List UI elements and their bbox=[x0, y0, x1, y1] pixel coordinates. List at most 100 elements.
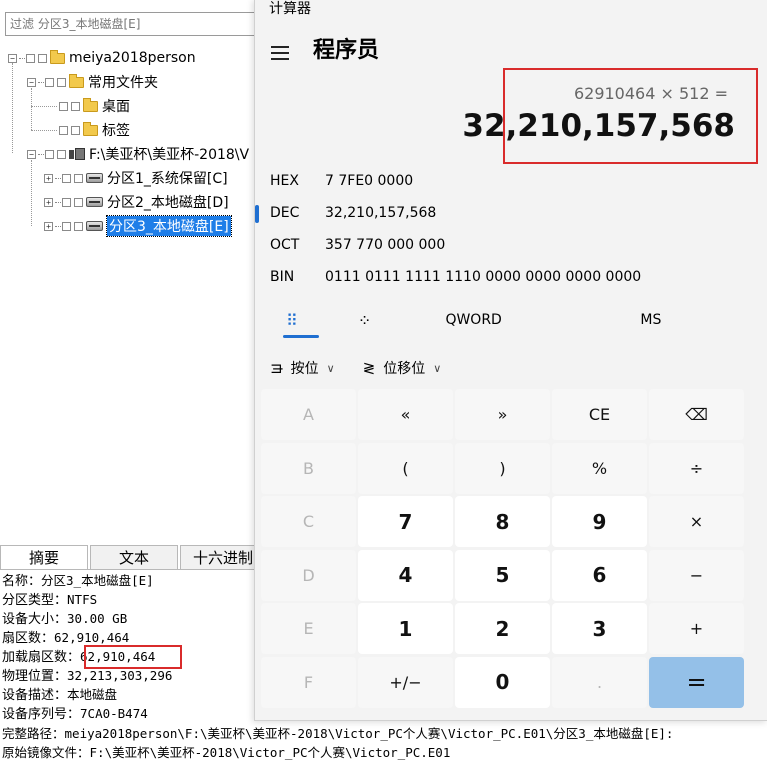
collapse-toggle[interactable]: − bbox=[27, 77, 36, 87]
tab-hex[interactable]: 十六进制 bbox=[180, 545, 262, 569]
tab-summary[interactable]: 摘要 bbox=[0, 545, 88, 570]
key-9[interactable]: 9 bbox=[552, 496, 647, 547]
active-tab-underline bbox=[283, 335, 319, 338]
tree-node-label: 分区1_系统保留[C] bbox=[107, 171, 228, 187]
key-hex-c[interactable]: C bbox=[261, 496, 356, 547]
chevron-down-icon: ∨ bbox=[433, 361, 442, 375]
tree-node-partition3[interactable]: + 分区3_本地磁盘[E] bbox=[44, 215, 232, 237]
collapse-toggle[interactable]: − bbox=[8, 53, 17, 63]
key-4[interactable]: 4 bbox=[358, 549, 453, 601]
key-divide[interactable]: ÷ bbox=[649, 442, 744, 494]
filter-input[interactable]: 过滤 分区3_本地磁盘[E] bbox=[5, 12, 255, 36]
radix-row-bin[interactable]: BIN 0111 0111 1111 1110 0000 0000 0000 00… bbox=[270, 261, 765, 293]
node-checkbox[interactable] bbox=[57, 149, 66, 159]
info-row: 物理位置：32,213,303,296 bbox=[2, 666, 172, 686]
info-label: 分区类型： bbox=[2, 593, 68, 608]
key-5[interactable]: 5 bbox=[455, 549, 550, 601]
key-2[interactable]: 2 bbox=[455, 603, 550, 654]
node-checkbox[interactable] bbox=[38, 53, 47, 63]
logic-gate-icon: ⊐̶ bbox=[270, 359, 283, 377]
tree-node-tags[interactable]: 标签 bbox=[59, 119, 130, 141]
key-open-paren[interactable]: ( bbox=[358, 442, 453, 494]
node-checkbox[interactable] bbox=[26, 53, 35, 63]
key-hex-e[interactable]: E bbox=[261, 603, 356, 654]
expand-toggle[interactable]: + bbox=[44, 197, 53, 207]
bitshift-dropdown[interactable]: ≷ 位移位 ∨ bbox=[363, 358, 442, 378]
key-hex-d[interactable]: D bbox=[261, 549, 356, 601]
key-8[interactable]: 8 bbox=[455, 496, 550, 547]
radix-label: HEX bbox=[270, 173, 299, 189]
node-checkbox[interactable] bbox=[45, 149, 54, 159]
node-checkbox[interactable] bbox=[74, 173, 83, 183]
info-label: 物理位置： bbox=[2, 669, 68, 684]
tree-node-label: 桌面 bbox=[102, 99, 130, 115]
key-ce[interactable]: CE bbox=[552, 389, 647, 440]
radix-row-oct[interactable]: OCT 357 770 000 000 bbox=[270, 229, 765, 261]
key-0[interactable]: 0 bbox=[455, 656, 550, 708]
key-decimal[interactable]: . bbox=[552, 656, 647, 708]
node-checkbox[interactable] bbox=[62, 197, 71, 207]
collapse-toggle[interactable]: − bbox=[27, 149, 36, 159]
key-rshift[interactable]: » bbox=[455, 389, 550, 440]
key-percent[interactable]: % bbox=[552, 442, 647, 494]
tree-node-common-folders[interactable]: − 常用文件夹 bbox=[27, 71, 158, 93]
radix-row-dec[interactable]: DEC 32,210,157,568 bbox=[270, 197, 765, 229]
tree-node-desktop[interactable]: 桌面 bbox=[59, 95, 130, 117]
node-checkbox[interactable] bbox=[74, 221, 83, 231]
tree-node-partition2[interactable]: + 分区2_本地磁盘[D] bbox=[44, 191, 229, 213]
key-add[interactable]: + bbox=[649, 603, 744, 654]
operator-bar: ⊐̶ 按位 ∨ ≷ 位移位 ∨ bbox=[270, 353, 469, 383]
key-lshift[interactable]: « bbox=[358, 389, 453, 440]
node-checkbox[interactable] bbox=[59, 125, 68, 135]
info-label: 加载扇区数： bbox=[2, 650, 81, 665]
menu-icon[interactable] bbox=[271, 46, 289, 64]
key-7[interactable]: 7 bbox=[358, 496, 453, 547]
info-row: 设备大小：30.00 GB bbox=[2, 609, 127, 629]
radix-value: 0111 0111 1111 1110 0000 0000 0000 0000 bbox=[325, 269, 642, 285]
drive-icon bbox=[86, 173, 103, 183]
bit-toggle-keypad-icon[interactable]: ⁘ bbox=[324, 311, 406, 330]
node-checkbox[interactable] bbox=[57, 77, 66, 87]
node-checkbox[interactable] bbox=[45, 77, 54, 87]
folder-icon bbox=[50, 49, 65, 64]
key-hex-a[interactable]: A bbox=[261, 389, 356, 440]
key-close-paren[interactable]: ) bbox=[455, 442, 550, 494]
keypad: A « » CE ⌫ B ( ) % ÷ C 7 8 9 × D 4 5 6 −… bbox=[261, 389, 750, 708]
info-value: 7CA0-B474 bbox=[80, 706, 148, 721]
mode-bar: ⠿ ⁘ QWORD MS bbox=[260, 301, 760, 339]
key-multiply[interactable]: × bbox=[649, 496, 744, 547]
tree-node-partition1[interactable]: + 分区1_系统保留[C] bbox=[44, 167, 228, 189]
tree-node-label: meiya2018person bbox=[69, 50, 196, 66]
full-keypad-icon[interactable]: ⠿ bbox=[260, 311, 324, 330]
node-checkbox[interactable] bbox=[71, 125, 80, 135]
node-checkbox[interactable] bbox=[71, 101, 80, 111]
key-backspace[interactable]: ⌫ bbox=[649, 389, 744, 440]
key-hex-b[interactable]: B bbox=[261, 442, 356, 494]
highlight-box bbox=[84, 645, 182, 669]
tree-connector bbox=[19, 57, 25, 59]
word-size-button[interactable]: QWORD bbox=[405, 312, 541, 328]
expand-toggle[interactable]: + bbox=[44, 173, 53, 183]
expand-toggle[interactable]: + bbox=[44, 221, 53, 231]
key-equals[interactable]: = bbox=[649, 656, 744, 708]
tab-text[interactable]: 文本 bbox=[90, 545, 178, 569]
key-3[interactable]: 3 bbox=[552, 603, 647, 654]
info-label: 名称： bbox=[2, 574, 42, 589]
key-hex-f[interactable]: F bbox=[261, 656, 356, 708]
tab-divider bbox=[0, 569, 260, 570]
tree-node-case[interactable]: − meiya2018person bbox=[8, 47, 196, 69]
node-checkbox[interactable] bbox=[59, 101, 68, 111]
node-checkbox[interactable] bbox=[62, 173, 71, 183]
bitwise-dropdown[interactable]: ⊐̶ 按位 ∨ bbox=[270, 358, 335, 378]
key-negate[interactable]: +/− bbox=[358, 656, 453, 708]
key-1[interactable]: 1 bbox=[358, 603, 453, 654]
key-6[interactable]: 6 bbox=[552, 549, 647, 601]
memory-store-button[interactable]: MS bbox=[542, 312, 760, 328]
tree-node-image[interactable]: − F:\美亚杯\美亚杯-2018\V bbox=[27, 143, 249, 165]
detail-tabs: 摘要 文本 十六进制 bbox=[0, 545, 262, 570]
key-subtract[interactable]: − bbox=[649, 549, 744, 601]
radix-row-hex[interactable]: HEX 7 7FE0 0000 bbox=[270, 165, 765, 197]
tree-node-label: 标签 bbox=[102, 123, 130, 139]
node-checkbox[interactable] bbox=[62, 221, 71, 231]
node-checkbox[interactable] bbox=[74, 197, 83, 207]
